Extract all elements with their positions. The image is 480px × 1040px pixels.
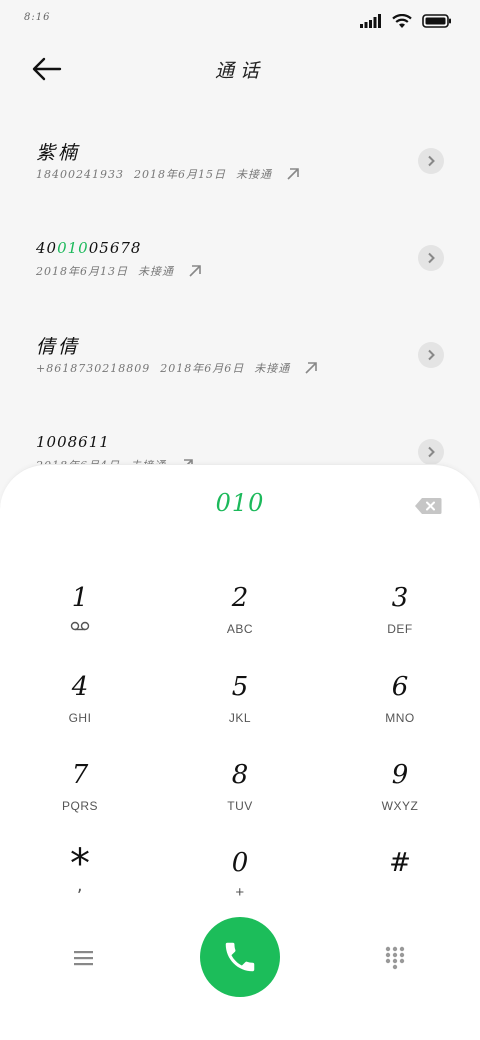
- contact-name: 紫楠: [36, 142, 81, 164]
- key-letters: TUV: [227, 799, 253, 813]
- key-digit: 3: [391, 583, 409, 613]
- key-letters: PQRS: [61, 799, 98, 813]
- keypad-icon[interactable]: [384, 945, 406, 971]
- call-status: 未接通: [254, 362, 291, 375]
- key-digit: 7: [71, 760, 89, 790]
- status-bar: 8:16: [0, 0, 480, 40]
- key-1[interactable]: 1: [0, 575, 160, 663]
- call-log-item[interactable]: 倩倩 +8618730218809 2018年6月6日 未接通: [0, 304, 480, 401]
- key-letters: ,: [76, 875, 84, 896]
- page-title: 通话: [214, 60, 265, 82]
- key-digit: 0: [231, 848, 249, 878]
- name-prefix: 40: [36, 239, 58, 257]
- chevron-right-icon: [428, 349, 435, 361]
- dialpad-panel: 010 1 2 ABC 3 DEF 4 GHI 5 JKL 6 MNO 7 PQ…: [0, 464, 480, 1040]
- menu-icon[interactable]: [72, 947, 96, 969]
- battery-icon: [422, 14, 451, 28]
- header: 通话: [0, 44, 480, 94]
- call-date: 2018年6月6日: [160, 362, 245, 375]
- key-0[interactable]: 0 +: [160, 840, 320, 928]
- outgoing-call-icon: [287, 168, 299, 180]
- key-2[interactable]: 2 ABC: [160, 575, 320, 663]
- key-letters: DEF: [387, 622, 413, 636]
- key-3[interactable]: 3 DEF: [320, 575, 480, 663]
- call-detail: 2018年6月13日 未接通: [36, 263, 202, 279]
- outgoing-call-icon: [189, 265, 201, 277]
- key-letters: WXYZ: [381, 799, 419, 813]
- key-7[interactable]: 7 PQRS: [0, 752, 160, 840]
- call-details-button[interactable]: [418, 342, 444, 368]
- phone-number: +8618730218809: [36, 361, 151, 375]
- key-digit: #: [389, 848, 411, 878]
- key-5[interactable]: 5 JKL: [160, 664, 320, 752]
- chevron-right-icon: [428, 252, 435, 264]
- outgoing-call-icon: [305, 362, 318, 374]
- chevron-right-icon: [428, 155, 435, 167]
- key-letters: +: [235, 884, 245, 901]
- key-letters: GHI: [68, 711, 92, 725]
- dialpad-actions: [0, 917, 480, 999]
- wifi-icon: [392, 13, 412, 28]
- key-letters: ABC: [226, 622, 254, 636]
- key-star[interactable]: * ,: [0, 840, 160, 928]
- call-status: 未接通: [138, 265, 174, 278]
- name-suffix: 05678: [88, 239, 142, 257]
- call-detail: +8618730218809 2018年6月6日 未接通: [36, 360, 318, 376]
- call-button[interactable]: [200, 917, 280, 997]
- backspace-icon[interactable]: [414, 497, 442, 515]
- key-8[interactable]: 8 TUV: [160, 752, 320, 840]
- voicemail-icon: [70, 621, 90, 631]
- call-log-item[interactable]: 紫楠 18400241933 2018年6月15日 未接通: [0, 110, 480, 207]
- key-6[interactable]: 6 MNO: [320, 664, 480, 752]
- key-9[interactable]: 9 WXYZ: [320, 752, 480, 840]
- key-hash[interactable]: #: [320, 840, 480, 928]
- status-time: 8:16: [24, 12, 51, 23]
- key-letters: MNO: [385, 711, 415, 725]
- call-date: 2018年6月13日: [36, 265, 128, 278]
- dialed-number: 010: [215, 489, 265, 517]
- key-4[interactable]: 4 GHI: [0, 664, 160, 752]
- call-detail: 18400241933 2018年6月15日 未接通: [36, 166, 300, 182]
- contact-name: 4001005678: [36, 239, 141, 257]
- signal-icon: [360, 14, 381, 28]
- call-date: 2018年6月15日: [133, 168, 226, 181]
- contact-name: 1008611: [36, 433, 110, 451]
- key-digit: 9: [391, 760, 409, 790]
- call-details-button[interactable]: [418, 148, 444, 174]
- phone-icon: [225, 942, 255, 972]
- phone-number: 18400241933: [36, 167, 124, 181]
- call-details-button[interactable]: [418, 245, 444, 271]
- call-status: 未接通: [235, 168, 272, 181]
- key-digit: 8: [231, 760, 249, 790]
- key-digit: 1: [71, 583, 89, 613]
- key-digit: 2: [231, 583, 249, 613]
- chevron-right-icon: [428, 446, 435, 458]
- key-digit: 5: [231, 672, 249, 702]
- name-match-highlight: 010: [57, 239, 89, 257]
- key-letters: JKL: [228, 711, 252, 725]
- key-digit: 4: [71, 672, 89, 702]
- status-icons: [360, 12, 452, 30]
- contact-name: 倩倩: [36, 336, 81, 358]
- call-log-item[interactable]: 4001005678 2018年6月13日 未接通: [0, 207, 480, 304]
- key-digit: 6: [391, 672, 409, 702]
- call-details-button[interactable]: [418, 439, 444, 465]
